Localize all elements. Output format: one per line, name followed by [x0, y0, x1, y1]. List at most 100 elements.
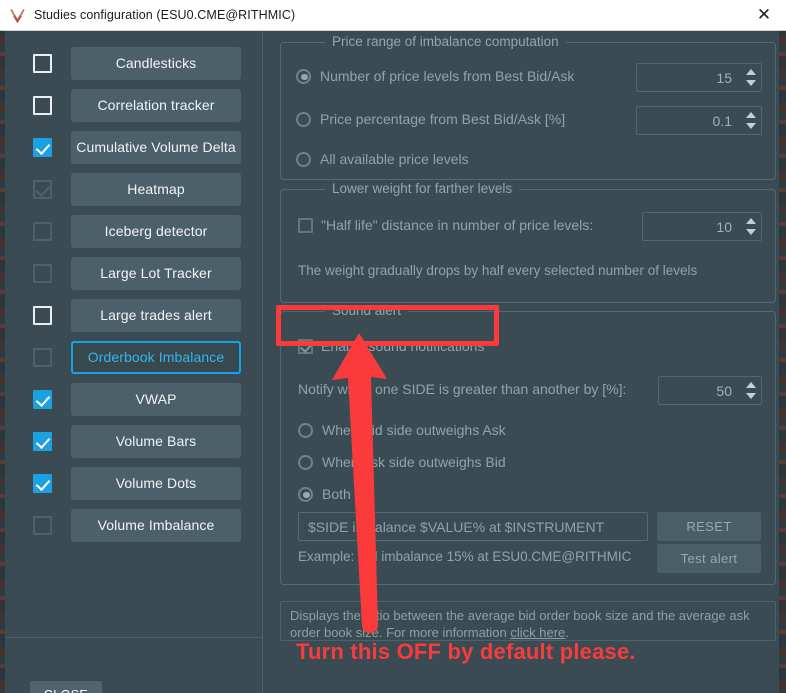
spinner-arrows-icon[interactable]	[741, 213, 761, 240]
studies-configuration-window: Studies configuration (ESU0.CME@RITHMIC)…	[0, 0, 786, 693]
study-button[interactable]: Heatmap	[71, 172, 241, 206]
study-button[interactable]: Volume Imbalance	[71, 508, 241, 542]
study-row: Correlation tracker	[5, 84, 262, 126]
reset-button[interactable]: RESET	[657, 512, 761, 541]
study-row: Volume Dots	[5, 462, 262, 504]
radio-both-sides[interactable]: Both	[298, 486, 351, 502]
study-row: Large Lot Tracker	[5, 252, 262, 294]
studies-sidebar: Candlesticks Correlation tracker Cumulativ…	[5, 31, 263, 693]
study-row: VWAP	[5, 378, 262, 420]
study-checkbox[interactable]	[33, 95, 52, 115]
study-button[interactable]: Orderbook Imbalance	[71, 340, 241, 374]
radio-label: All available price levels	[320, 151, 469, 167]
study-checkbox[interactable]	[33, 431, 52, 451]
radio-indicator	[298, 486, 313, 502]
half-life-spinner[interactable]: 10	[642, 212, 762, 241]
study-button[interactable]: Large trades alert	[71, 298, 241, 332]
study-checkbox[interactable]	[33, 137, 52, 157]
radio-indicator	[296, 68, 311, 84]
price-levels-spinner[interactable]: 15	[636, 63, 762, 92]
lower-weight-group: Lower weight for farther levels "Half li…	[280, 181, 776, 303]
study-checkbox[interactable]	[33, 263, 52, 283]
annotation-callout-text: Turn this OFF by default please.	[296, 639, 636, 664]
price-levels-value: 15	[716, 69, 732, 86]
notify-threshold-text: Notify when one SIDE is greater than ano…	[298, 381, 627, 397]
enable-sound-notifications-row[interactable]: Enable sound notifications	[298, 338, 484, 354]
enable-sound-notifications-checkbox[interactable]	[298, 338, 313, 354]
study-row: Volume Imbalance	[5, 504, 262, 546]
radio-indicator	[298, 422, 313, 438]
study-row: Iceberg detector	[5, 210, 262, 252]
study-checkbox[interactable]	[33, 515, 52, 535]
radio-indicator	[296, 111, 311, 127]
study-button[interactable]: Candlesticks	[71, 46, 241, 80]
study-button[interactable]: Correlation tracker	[71, 88, 241, 122]
study-button[interactable]: Volume Bars	[71, 424, 241, 458]
notify-threshold-spinner[interactable]: 50	[658, 376, 762, 405]
title-bar: Studies configuration (ESU0.CME@RITHMIC)…	[0, 0, 786, 31]
radio-all-price-levels[interactable]: All available price levels	[296, 151, 469, 167]
half-life-note: The weight gradually drops by half every…	[298, 263, 698, 278]
price-percentage-spinner[interactable]: 0.1	[636, 106, 762, 135]
radio-indicator	[298, 454, 313, 470]
settings-panel: Price range of imbalance computation Num…	[264, 31, 779, 693]
spinner-arrows-icon[interactable]	[741, 107, 761, 134]
radio-price-percentage[interactable]: Price percentage from Best Bid/Ask [%]	[296, 111, 565, 127]
study-button[interactable]: Volume Dots	[71, 466, 241, 500]
spinner-arrows-icon[interactable]	[741, 64, 761, 91]
study-button[interactable]: VWAP	[71, 382, 241, 416]
sound-alert-group: Sound alert Enable sound notifications N…	[280, 303, 776, 585]
price-range-legend: Price range of imbalance computation	[325, 34, 566, 49]
study-checkbox[interactable]	[33, 53, 52, 73]
price-percentage-value: 0.1	[712, 112, 732, 129]
radio-number-of-price-levels[interactable]: Number of price levels from Best Bid/Ask	[296, 68, 574, 84]
notify-threshold-value: 50	[716, 382, 732, 399]
half-life-checkbox[interactable]	[298, 217, 313, 233]
half-life-checkbox-row[interactable]: "Half life" distance in number of price …	[298, 217, 593, 233]
study-checkbox[interactable]	[33, 389, 52, 409]
radio-bid-outweighs-ask[interactable]: When Bid side outweighs Ask	[298, 422, 506, 438]
radio-ask-outweighs-bid[interactable]: When Ask side outweighs Bid	[298, 454, 506, 470]
radio-label: When Ask side outweighs Bid	[322, 454, 506, 470]
dialog-body: Candlesticks Correlation tracker Cumulativ…	[5, 31, 779, 693]
study-checkbox[interactable]	[33, 179, 52, 199]
window-title: Studies configuration (ESU0.CME@RITHMIC)	[34, 8, 296, 22]
alert-message-input[interactable]: $SIDE imbalance $VALUE% at $INSTRUMENT	[298, 512, 648, 541]
desktop-edge-right	[779, 0, 786, 693]
study-button[interactable]: Cumulative Volume Delta	[71, 130, 241, 164]
study-row: Large trades alert	[5, 294, 262, 336]
radio-label: Price percentage from Best Bid/Ask [%]	[320, 111, 566, 127]
sidebar-separator	[5, 637, 263, 638]
study-checkbox[interactable]	[33, 473, 52, 493]
study-row: Volume Bars	[5, 420, 262, 462]
sound-alert-legend: Sound alert	[325, 303, 409, 318]
lower-weight-legend: Lower weight for farther levels	[325, 181, 520, 196]
study-row: Candlesticks	[5, 42, 262, 84]
radio-label: When Bid side outweighs Ask	[322, 422, 506, 438]
radio-indicator	[296, 151, 311, 167]
app-chevron-icon	[9, 7, 26, 24]
study-checkbox[interactable]	[33, 305, 52, 325]
study-description-box: Displays the ratio between the average b…	[280, 601, 776, 641]
study-row: Orderbook Imbalance	[5, 336, 262, 378]
close-button[interactable]: CLOSE	[30, 681, 102, 693]
studies-list: Candlesticks Correlation tracker Cumulativ…	[5, 31, 262, 546]
notify-threshold-label: Notify when one SIDE is greater than ano…	[298, 381, 626, 397]
price-range-group: Price range of imbalance computation Num…	[280, 34, 776, 180]
radio-label: Number of price levels from Best Bid/Ask	[320, 68, 575, 84]
study-button[interactable]: Iceberg detector	[71, 214, 241, 248]
test-alert-button[interactable]: Test alert	[657, 544, 761, 573]
half-life-label: "Half life" distance in number of price …	[321, 217, 594, 233]
description-text-after: .	[565, 625, 569, 640]
study-row: Heatmap	[5, 168, 262, 210]
radio-label: Both	[322, 486, 351, 502]
spinner-arrows-icon[interactable]	[741, 377, 761, 404]
close-icon[interactable]: ✕	[742, 0, 786, 30]
study-button[interactable]: Large Lot Tracker	[71, 256, 241, 290]
study-checkbox[interactable]	[33, 347, 52, 367]
click-here-link[interactable]: click here	[510, 625, 565, 640]
study-checkbox[interactable]	[33, 221, 52, 241]
half-life-value: 10	[716, 218, 732, 235]
study-row: Cumulative Volume Delta	[5, 126, 262, 168]
enable-sound-notifications-label: Enable sound notifications	[321, 338, 485, 354]
